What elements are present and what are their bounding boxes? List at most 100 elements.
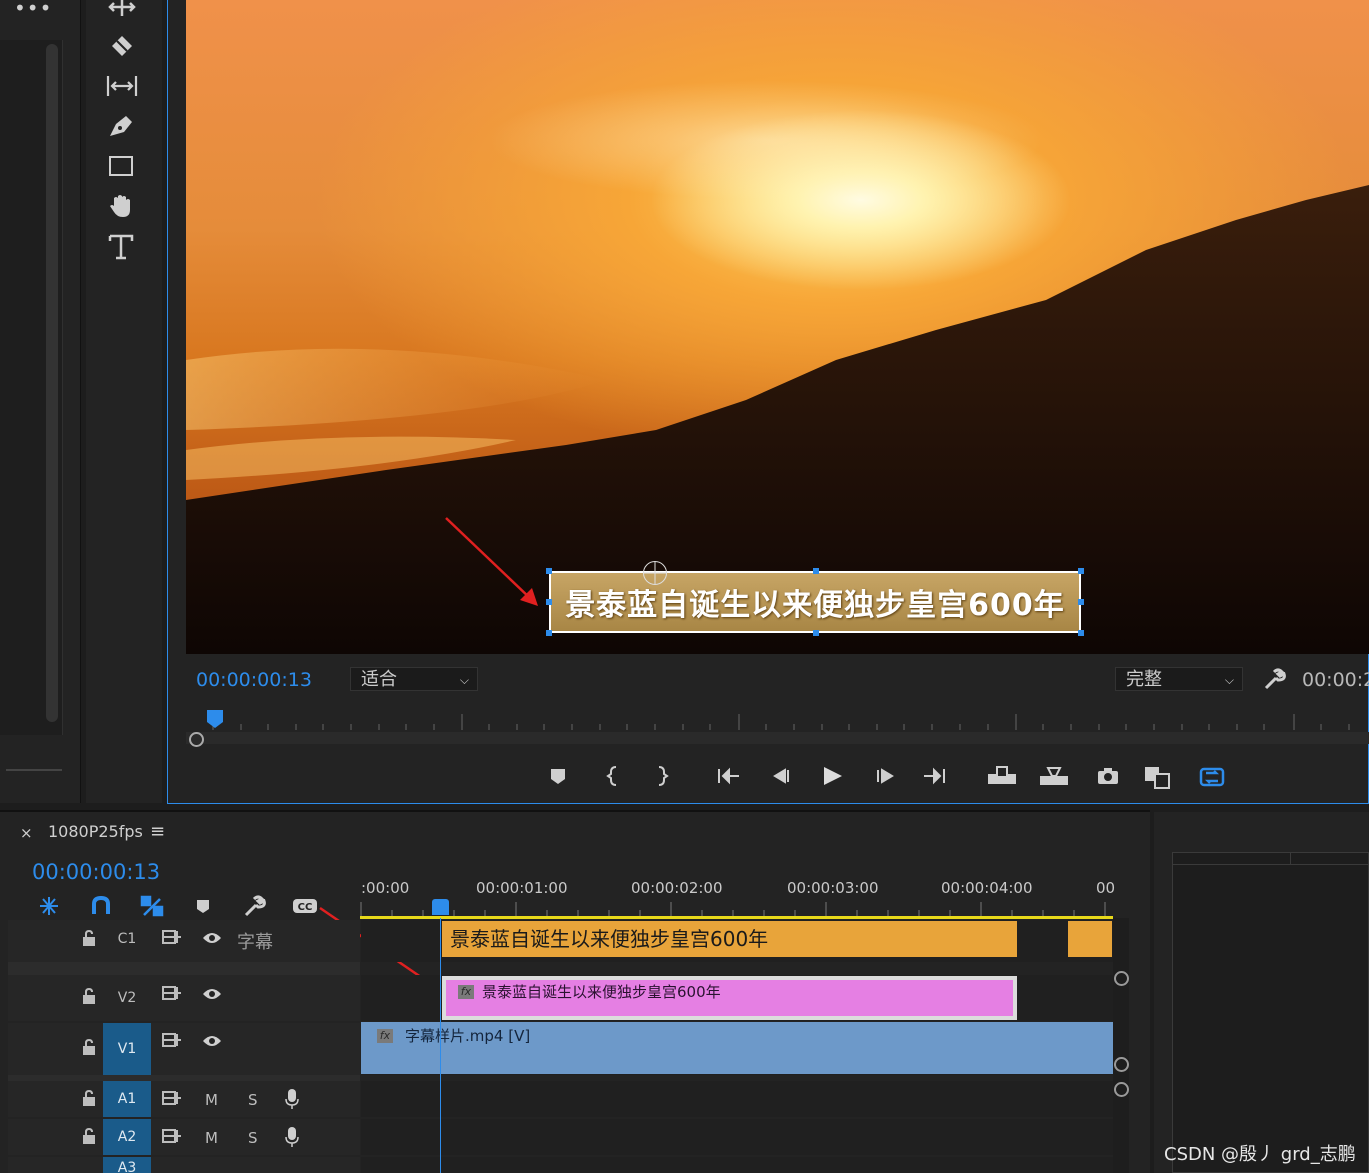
lock-icon[interactable] [82, 987, 96, 1004]
project-scrollbar[interactable] [46, 44, 58, 722]
quality-dropdown[interactable]: 完整 ⌵ [1115, 667, 1243, 691]
transform-handle[interactable] [813, 568, 819, 574]
track-divider [8, 1075, 360, 1081]
panel-menu-icon[interactable]: ••• [14, 0, 52, 20]
transform-handle[interactable] [1078, 630, 1084, 636]
panel-menu-icon[interactable]: ≡ [150, 821, 165, 842]
track-area-a2[interactable] [361, 1119, 1113, 1155]
track-name-a2[interactable]: A2 [103, 1119, 151, 1155]
monitor-zoom-bar[interactable] [186, 732, 1369, 744]
add-marker-icon[interactable] [193, 895, 217, 917]
pen-tool-icon[interactable] [104, 112, 140, 146]
track-name-v2[interactable]: V2 [103, 990, 151, 1006]
svg-text:CC: CC [298, 902, 313, 913]
track-area-a3[interactable] [361, 1157, 1113, 1173]
rectangle-tool-icon[interactable] [104, 152, 140, 186]
lock-icon[interactable] [82, 1038, 96, 1055]
linked-selection-icon[interactable] [140, 895, 164, 917]
track-header-v1 [8, 1023, 360, 1075]
extract-icon[interactable] [1038, 764, 1070, 788]
monitor-time-ruler[interactable] [186, 710, 1369, 730]
track-name-c1[interactable]: C1 [103, 931, 151, 947]
track-header-a2 [8, 1119, 360, 1155]
lock-icon[interactable] [82, 1089, 96, 1106]
hand-tool-icon[interactable] [104, 192, 140, 226]
close-tab-icon[interactable]: × [20, 824, 33, 842]
sync-lock-icon[interactable] [162, 1090, 182, 1110]
work-area-bar[interactable] [360, 916, 1113, 919]
transform-handle[interactable] [813, 630, 819, 636]
subtitle-text: 景泰蓝自诞生以来便独步皇宫600年 [565, 588, 1065, 623]
timeline-timecode[interactable]: 00:00:00:13 [32, 860, 160, 884]
microphone-icon[interactable] [285, 1088, 299, 1114]
comparison-view-icon[interactable] [1143, 764, 1173, 789]
video-clip-label: 字幕样片.mp4 [V] [405, 1027, 531, 1045]
ruler-label: 00:00:01:00 [476, 879, 568, 897]
step-forward-icon[interactable] [874, 764, 900, 788]
anchor-point-icon[interactable] [643, 561, 667, 585]
sync-lock-icon[interactable] [162, 1128, 182, 1148]
track-area-a1[interactable] [361, 1081, 1113, 1117]
track-name-a1[interactable]: A1 [103, 1081, 151, 1117]
solo-button[interactable]: S [248, 1129, 258, 1147]
timeline-settings-wrench-icon[interactable] [242, 895, 266, 917]
go-to-in-icon[interactable] [715, 764, 741, 788]
mark-in-icon[interactable] [603, 764, 629, 788]
track-name-a3[interactable]: A3 [103, 1157, 151, 1173]
eye-icon[interactable] [202, 1034, 222, 1052]
export-frame-camera-icon[interactable] [1095, 764, 1121, 788]
caption-clip[interactable] [1068, 921, 1112, 957]
type-tool-icon[interactable] [104, 232, 140, 266]
transform-handle[interactable] [1078, 568, 1084, 574]
transform-handle[interactable] [1078, 599, 1084, 605]
scroll-handle[interactable] [1114, 1057, 1129, 1072]
timeline-vertical-scrollbar[interactable] [1113, 918, 1129, 1173]
lift-icon[interactable] [986, 764, 1018, 788]
annotation-arrow [445, 517, 538, 606]
subtitle-graphic[interactable]: 景泰蓝自诞生以来便独步皇宫600年 [549, 571, 1081, 633]
ruler-label: 00:00:02:00 [631, 879, 723, 897]
playhead-line[interactable] [440, 918, 441, 1173]
scroll-handle[interactable] [1114, 971, 1129, 986]
scroll-handle[interactable] [1114, 1082, 1129, 1097]
snap-magnet-icon[interactable] [89, 895, 113, 917]
graphic-clip[interactable]: fx 景泰蓝自诞生以来便独步皇宫600年 [442, 976, 1017, 1020]
zoom-dropdown[interactable]: 适合 ⌵ [350, 667, 478, 691]
ripple-edit-tool-icon[interactable] [104, 0, 140, 28]
track-name-v1[interactable]: V1 [103, 1023, 151, 1075]
sync-lock-icon[interactable] [162, 1032, 182, 1052]
microphone-icon[interactable] [285, 1126, 299, 1152]
slip-tool-icon[interactable] [104, 72, 140, 106]
step-back-icon[interactable] [769, 764, 795, 788]
insert-nest-icon[interactable] [37, 895, 61, 917]
zoom-handle[interactable] [189, 732, 204, 747]
play-button-icon[interactable] [820, 764, 846, 788]
timeline-ruler-ticks[interactable] [360, 900, 1113, 916]
lock-icon[interactable] [82, 1127, 96, 1144]
add-marker-icon[interactable] [547, 764, 573, 788]
sync-lock-icon[interactable] [162, 929, 182, 949]
solo-button[interactable]: S [248, 1091, 258, 1109]
multi-camera-toggle-icon[interactable] [1198, 764, 1226, 788]
video-clip[interactable]: fx 字幕样片.mp4 [V] [361, 1022, 1113, 1074]
mute-button[interactable]: M [205, 1129, 218, 1147]
sequence-tab-title[interactable]: 1080P25fps [48, 822, 143, 841]
video-preview[interactable] [186, 0, 1369, 654]
graphic-clip-label: 景泰蓝自诞生以来便独步皇宫600年 [482, 983, 721, 1001]
lock-icon[interactable] [82, 929, 96, 946]
transform-handle[interactable] [546, 630, 552, 636]
track-divider [8, 962, 360, 975]
captions-cc-icon[interactable]: CC [291, 895, 319, 917]
mute-button[interactable]: M [205, 1091, 218, 1109]
mark-out-icon[interactable] [652, 764, 678, 788]
settings-wrench-icon[interactable] [1262, 668, 1286, 694]
sync-lock-icon[interactable] [162, 985, 182, 1005]
playhead-timecode[interactable]: 00:00:00:13 [196, 669, 312, 691]
go-to-out-icon[interactable] [922, 764, 948, 788]
eye-icon[interactable] [202, 931, 222, 949]
razor-tool-icon[interactable] [104, 32, 140, 66]
eye-icon[interactable] [202, 987, 222, 1005]
zoom-slider[interactable] [6, 769, 62, 771]
caption-clip[interactable]: 景泰蓝自诞生以来便独步皇宫600年 [442, 921, 1017, 957]
playhead-handle[interactable] [432, 899, 449, 915]
